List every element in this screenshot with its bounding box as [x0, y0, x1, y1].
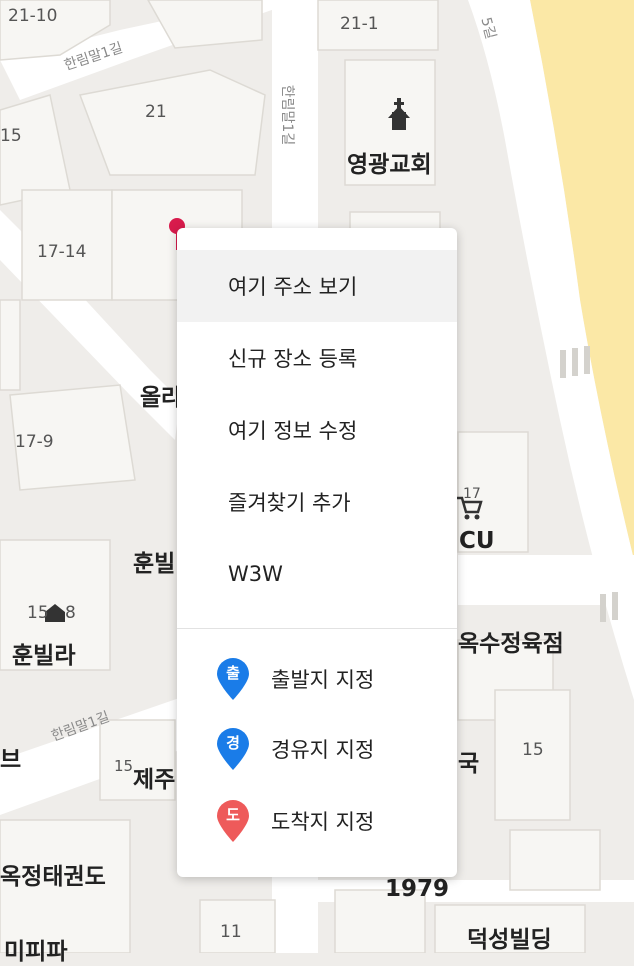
place-label[interactable]: 덕성빌딩	[467, 920, 552, 954]
block-number: 21-10	[8, 6, 58, 26]
place-label[interactable]: 영광교회	[347, 145, 432, 179]
block-number: 21-1	[340, 14, 379, 34]
place-label[interactable]: 제주	[133, 760, 175, 794]
menu-item-set-waypoint[interactable]: 경 경유지 지정	[177, 713, 457, 785]
place-label[interactable]: 옥수정육점	[458, 624, 564, 658]
menu-item-label: 즐겨찾기 추가	[228, 491, 351, 515]
block-number: 11	[220, 922, 242, 942]
destination-pin-icon: 도	[215, 799, 251, 843]
road-label: 한림말1길	[279, 84, 296, 146]
place-label[interactable]: 올라	[140, 378, 182, 412]
place-label[interactable]: 미피파	[4, 932, 67, 966]
place-label[interactable]: 1979	[385, 876, 449, 902]
block-number: 21	[145, 102, 167, 122]
origin-pin-icon: 출	[215, 657, 251, 701]
menu-item-label: 경유지 지정	[271, 738, 375, 762]
menu-item-edit-info[interactable]: 여기 정보 수정	[177, 394, 457, 466]
block-number: 15	[114, 757, 134, 775]
block-number: 15	[522, 740, 544, 760]
block-number: 8	[65, 603, 76, 623]
menu-item-label: 여기 주소 보기	[228, 275, 358, 299]
block-number: 15	[0, 126, 22, 146]
menu-item-label: W3W	[228, 562, 283, 586]
menu-item-w3w[interactable]: W3W	[177, 538, 457, 610]
context-menu: 여기 주소 보기 신규 장소 등록 여기 정보 수정 즐겨찾기 추가 W3W 출…	[177, 228, 457, 877]
menu-item-label: 도착지 지정	[271, 810, 375, 834]
block-number: 17-14	[37, 242, 87, 262]
block-number: 17-9	[15, 432, 54, 452]
place-label[interactable]: CU	[459, 528, 495, 554]
place-label[interactable]: 옥정태권도	[0, 857, 106, 891]
menu-divider	[177, 628, 457, 629]
menu-item-add-favorite[interactable]: 즐겨찾기 추가	[177, 466, 457, 538]
place-label[interactable]: 훈빌라	[12, 636, 75, 670]
menu-item-view-address[interactable]: 여기 주소 보기	[177, 250, 457, 322]
menu-item-label: 여기 정보 수정	[228, 419, 358, 443]
block-number: 17	[463, 486, 481, 502]
menu-item-label: 출발지 지정	[271, 668, 375, 692]
waypoint-pin-icon: 경	[215, 727, 251, 771]
menu-item-set-origin[interactable]: 출 출발지 지정	[177, 643, 457, 715]
place-label[interactable]: 훈빌	[133, 544, 175, 578]
menu-item-register-place[interactable]: 신규 장소 등록	[177, 322, 457, 394]
place-label[interactable]: 브	[0, 740, 21, 774]
menu-item-set-destination[interactable]: 도 도착지 지정	[177, 785, 457, 857]
place-label[interactable]: 국	[458, 744, 479, 778]
menu-item-label: 신규 장소 등록	[228, 347, 358, 371]
block-number: 15	[27, 603, 49, 623]
